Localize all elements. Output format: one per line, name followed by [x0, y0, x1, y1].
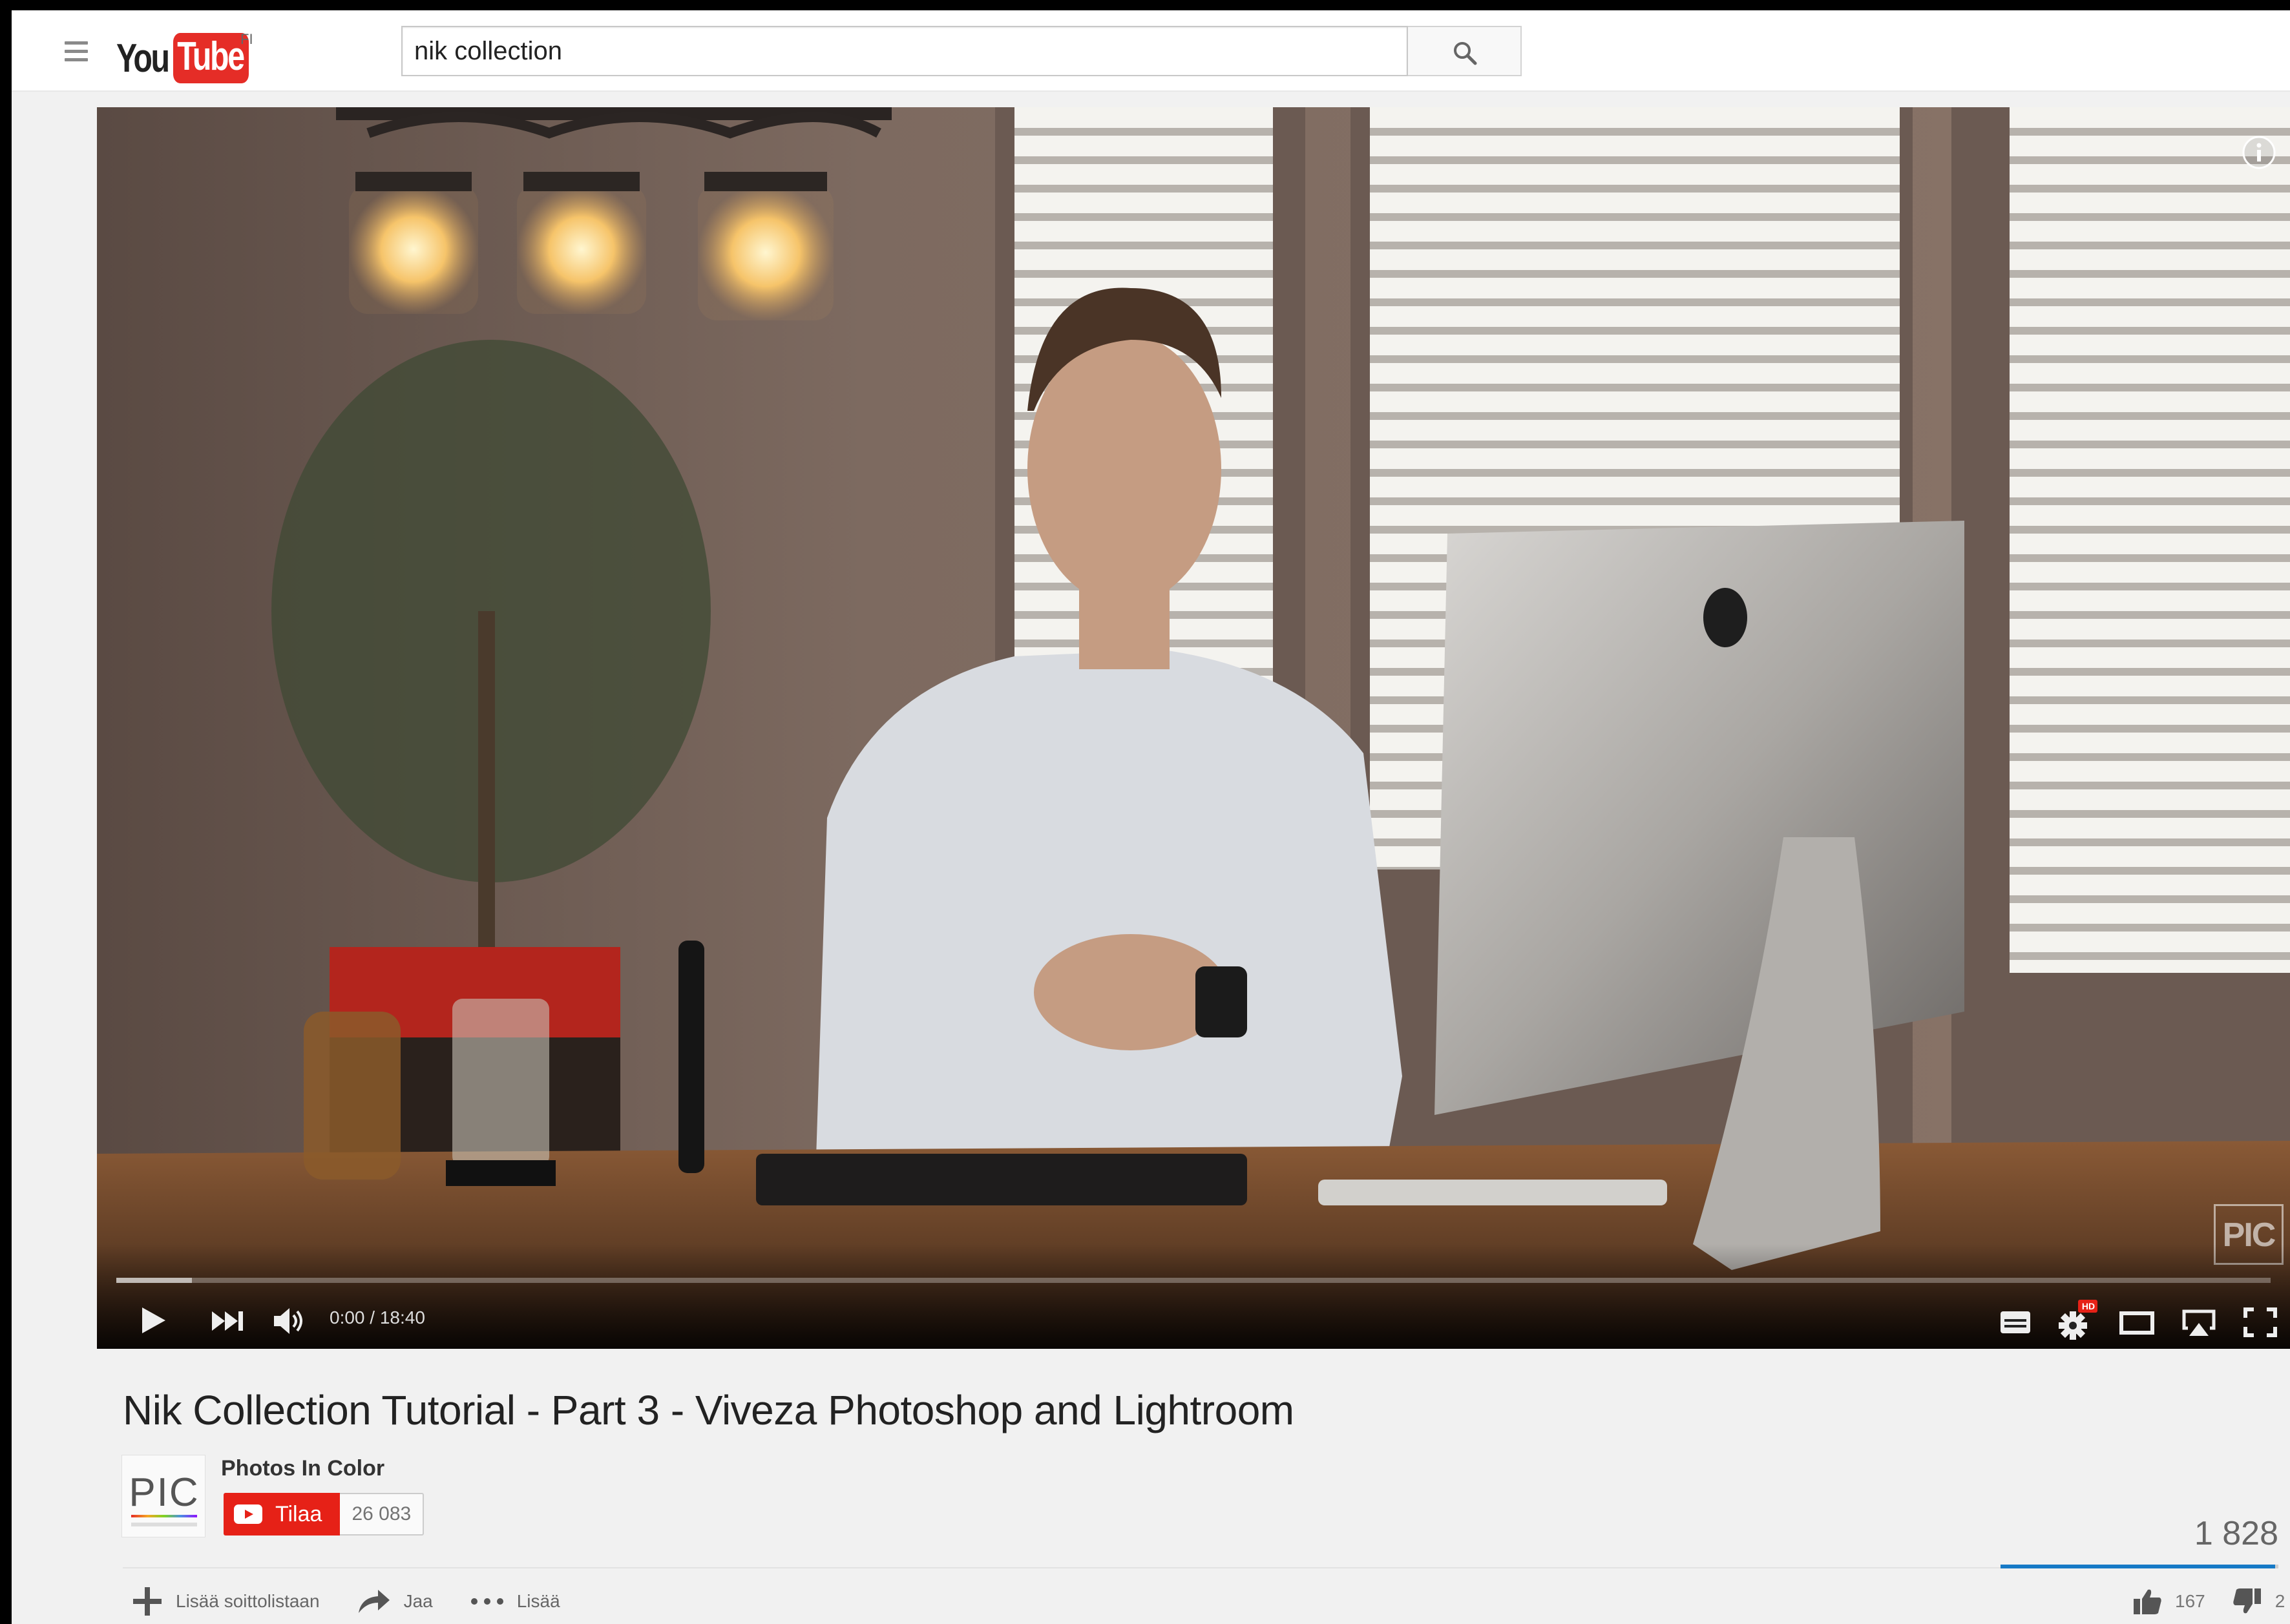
- like-ratio-bar: [2001, 1565, 2278, 1568]
- subscribe-label: Tilaa: [275, 1501, 322, 1526]
- search-button[interactable]: [1408, 26, 1522, 76]
- video-title: Nik Collection Tutorial - Part 3 - Vivez…: [123, 1387, 1294, 1433]
- info-icon[interactable]: [2240, 133, 2278, 172]
- more-dots-icon: [470, 1598, 503, 1605]
- add-to-playlist-label: Lisää soittolistaan: [176, 1591, 320, 1611]
- divider: [123, 1567, 2001, 1568]
- subtitles-icon[interactable]: [1999, 1310, 2032, 1335]
- subscribe-label-area[interactable]: Tilaa: [224, 1493, 341, 1536]
- like-ratio-fill: [2001, 1565, 2275, 1568]
- country-code: FI: [240, 31, 253, 47]
- subscriber-count: 26 083: [340, 1493, 425, 1536]
- logo-tube-text: Tube: [173, 33, 249, 83]
- channel-avatar[interactable]: PIC: [121, 1455, 205, 1537]
- search-box: [401, 26, 1408, 76]
- more-label: Lisää: [516, 1591, 560, 1611]
- rating-bar: 167 2: [2132, 1584, 2285, 1619]
- search-icon: [1454, 42, 1477, 65]
- channel-logo-text: PIC: [129, 1470, 200, 1515]
- action-bar: Lisää soittolistaan Jaa Lisää: [132, 1584, 598, 1619]
- hd-badge: HD: [2081, 1301, 2096, 1311]
- guide-menu-icon[interactable]: [65, 41, 90, 61]
- volume-icon[interactable]: [273, 1306, 306, 1336]
- masthead: You Tube FI: [12, 10, 2290, 92]
- buffered-progress: [116, 1278, 192, 1283]
- share-icon: [358, 1590, 390, 1613]
- youtube-play-icon: [234, 1504, 262, 1524]
- channel-logo-stripe: [131, 1515, 197, 1517]
- controls-gradient: [97, 1244, 2290, 1349]
- like-count: 167: [2175, 1591, 2205, 1611]
- video-player[interactable]: PIC 0:00 / 18:40 HD: [97, 107, 2290, 1349]
- play-icon[interactable]: [140, 1306, 168, 1335]
- like-button[interactable]: 167: [2132, 1587, 2205, 1616]
- add-to-playlist-button[interactable]: Lisää soittolistaan: [132, 1586, 320, 1617]
- thumbs-up-icon: [2134, 1589, 2161, 1614]
- view-count: 1 828: [2194, 1515, 2278, 1552]
- time-display: 0:00 / 18:40: [330, 1307, 425, 1327]
- dislike-button[interactable]: 2: [2232, 1587, 2285, 1616]
- fullscreen-icon[interactable]: [2243, 1307, 2277, 1337]
- airplay-icon[interactable]: [2181, 1309, 2216, 1337]
- subscribe-button[interactable]: Tilaa 26 083: [224, 1493, 425, 1536]
- youtube-page: You Tube FI nik collection PIC 0:00 / 18…: [12, 10, 2290, 1624]
- youtube-logo[interactable]: You Tube FI: [116, 31, 270, 84]
- plus-icon: [133, 1587, 162, 1616]
- share-button[interactable]: Jaa: [357, 1588, 433, 1614]
- channel-name[interactable]: Photos In Color: [221, 1456, 384, 1481]
- thumbs-down-icon: [2233, 1588, 2261, 1614]
- channel-logo-tagline: [131, 1523, 197, 1526]
- video-frame: [97, 107, 2290, 1349]
- theater-mode-icon[interactable]: [2119, 1311, 2154, 1335]
- dislike-count: 2: [2274, 1591, 2285, 1611]
- more-button[interactable]: Lisää: [470, 1591, 560, 1612]
- share-label: Jaa: [403, 1591, 433, 1611]
- search-input[interactable]: [403, 27, 1407, 75]
- progress-bar[interactable]: [116, 1278, 2271, 1283]
- logo-you-text: You: [116, 36, 170, 81]
- next-icon[interactable]: [211, 1310, 244, 1332]
